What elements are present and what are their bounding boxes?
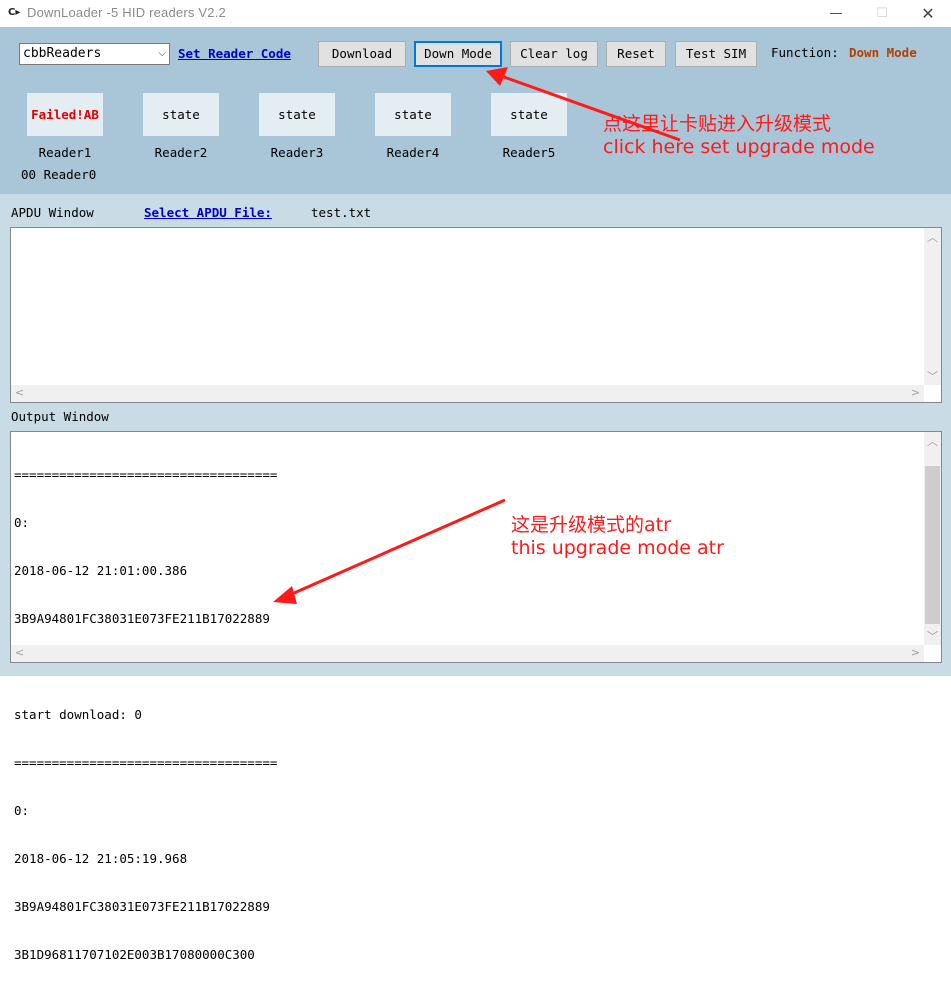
log-line: 0: <box>14 803 30 818</box>
annotation-arrows <box>273 67 681 604</box>
annotation-top-cn: 点这里让卡贴进入升级模式 <box>603 113 832 135</box>
log-line: 2018-06-12 21:05:19.968 <box>14 851 188 866</box>
annotation-bottom-cn: 这是升级模式的atr <box>511 514 671 536</box>
annotation-top-en: click here set upgrade mode <box>603 136 875 158</box>
arrow-to-atr <box>284 498 506 599</box>
log-line: 3B9A94801FC38031E073FE211B17022889 <box>14 899 270 914</box>
log-line: 3B1D96811707102E003B17080000C300 <box>14 947 255 962</box>
log-line: start download: 0 <box>14 707 142 722</box>
log-line: =================================== <box>14 755 278 770</box>
annotation-bottom-en: this upgrade mode atr <box>511 537 724 559</box>
arrowhead-icon <box>273 586 297 604</box>
